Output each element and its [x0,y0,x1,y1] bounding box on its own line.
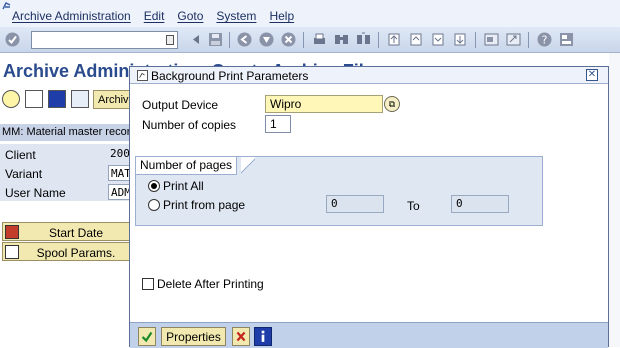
close-icon[interactable]: ✕ [586,69,598,81]
hierarchy-icon[interactable] [25,90,43,108]
delete-after-printing-label: Delete After Printing [157,277,264,291]
back-arrow-icon[interactable] [188,31,205,48]
standard-toolbar: ? [0,27,620,53]
command-field[interactable] [31,31,178,49]
find-icon[interactable] [333,31,350,48]
find-next-icon[interactable] [355,31,372,48]
sap-app-icon [2,2,11,10]
copies-label: Number of copies [142,118,237,132]
previous-page-icon[interactable] [408,31,425,48]
menu-bar: Archive Administration Edit Goto System … [0,0,620,27]
spool-params-label: Spool Params. [36,246,116,260]
dialog-window-icon [137,70,148,81]
next-page-icon[interactable] [430,31,447,48]
output-device-value: Wipro [270,97,302,111]
save-icon[interactable] [207,31,224,48]
background-edge [609,53,620,347]
dialog-title: Background Print Parameters [151,69,309,83]
info-icon[interactable] [254,327,272,346]
variant-row: Variant MAT [0,163,138,183]
first-page-icon[interactable] [386,31,403,48]
variant-label: Variant [5,167,43,181]
user-name-label: User Name [5,186,66,200]
copies-field[interactable]: 1 [265,115,291,133]
menu-help[interactable]: Help [269,9,294,23]
application-toolbar: Archive [0,88,133,112]
from-page-field[interactable]: 0 [326,195,384,213]
cancel-icon[interactable] [232,327,250,346]
menu-archive-administration[interactable]: Archive Administration [12,9,131,23]
shortcut-icon[interactable] [505,31,522,48]
create-session-icon[interactable] [483,31,500,48]
svg-text:?: ? [542,34,548,47]
number-of-pages-group: Number of pages Print All Print from pag… [135,156,543,226]
dialog-footer: Properties [130,322,608,348]
back-icon[interactable] [236,31,253,48]
help-icon[interactable]: ? [536,31,553,48]
exit-icon[interactable] [258,31,275,48]
archive-button[interactable]: Archive [93,90,133,109]
print-from-page-radio[interactable] [148,199,160,211]
section-header: MM: Material master record [0,124,130,141]
execute-icon[interactable] [2,90,20,108]
copies-value: 1 [270,117,277,131]
group-title: Number of pages [136,157,238,175]
menu-goto[interactable]: Goto [177,9,203,23]
last-page-icon[interactable] [452,31,469,48]
menu-edit[interactable]: Edit [144,9,165,23]
background-print-parameters-dialog: Background Print Parameters ✕ Output Dev… [129,66,609,348]
spool-params-button[interactable]: Spool Params. [2,242,130,261]
start-date-button[interactable]: Start Date [2,222,130,241]
continue-checkmark-icon[interactable] [138,327,156,346]
to-label: To [407,199,420,213]
value-help-icon[interactable]: ⧉ [384,96,400,112]
delete-after-printing-checkbox[interactable] [142,278,154,290]
print-all-label: Print All [163,179,204,193]
print-all-radio[interactable] [148,180,160,192]
output-device-label: Output Device [142,98,219,112]
layout-icon[interactable] [558,31,575,48]
dialog-titlebar: Background Print Parameters ✕ [130,67,608,84]
menu-system[interactable]: System [216,9,256,23]
user-name-row: User Name ADM [0,182,138,202]
from-page-value: 0 [331,197,338,210]
to-page-field[interactable]: 0 [451,195,509,213]
client-row: Client 200 [0,144,130,164]
print-icon[interactable] [311,31,328,48]
group-title-tab [241,157,255,175]
client-label: Client [5,148,36,162]
history-dropdown-icon[interactable] [166,35,174,45]
to-page-value: 0 [456,197,463,210]
output-device-field[interactable]: Wipro [265,95,383,113]
start-date-label: Start Date [48,226,104,240]
job-icon[interactable] [71,90,89,108]
properties-button[interactable]: Properties [161,327,226,346]
info-icon[interactable] [48,90,66,108]
enter-icon[interactable] [4,31,21,48]
cancel-icon[interactable] [280,31,297,48]
print-from-page-label: Print from page [163,198,246,212]
